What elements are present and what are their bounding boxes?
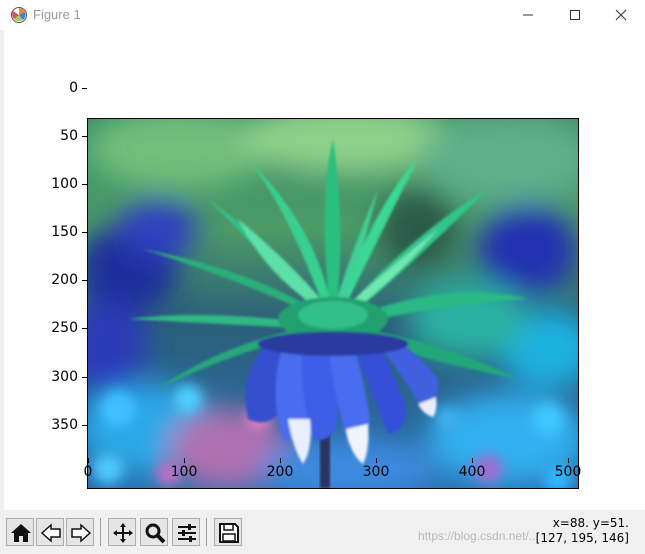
x-tick-label: 100 bbox=[170, 464, 198, 480]
back-icon bbox=[40, 523, 61, 543]
zoom-icon bbox=[145, 523, 166, 544]
save-icon bbox=[219, 523, 239, 543]
y-tick bbox=[82, 88, 87, 89]
y-tick bbox=[82, 184, 87, 185]
y-tick-label: 200 bbox=[51, 272, 78, 288]
configure-subplots-icon bbox=[178, 524, 196, 542]
y-tick bbox=[82, 377, 87, 378]
x-tick bbox=[88, 458, 89, 463]
x-tick bbox=[184, 458, 185, 463]
x-tick-label: 400 bbox=[458, 464, 486, 480]
x-tick bbox=[568, 458, 569, 463]
close-icon bbox=[615, 9, 627, 21]
x-tick bbox=[376, 458, 377, 463]
home-button[interactable] bbox=[6, 518, 34, 546]
toolbar-separator bbox=[206, 518, 207, 546]
x-tick-label: 300 bbox=[362, 464, 390, 480]
x-tick-label: 0 bbox=[83, 464, 93, 480]
back-button[interactable] bbox=[36, 518, 64, 546]
forward-icon bbox=[71, 523, 92, 543]
y-tick-label: 250 bbox=[51, 320, 78, 336]
flower-image bbox=[88, 119, 578, 488]
y-tick bbox=[82, 328, 87, 329]
y-tick-label: 100 bbox=[51, 176, 78, 192]
window-title: Figure 1 bbox=[33, 7, 81, 22]
x-tick-label: 500 bbox=[554, 464, 582, 480]
pan-icon bbox=[113, 523, 133, 543]
y-tick-label: 0 bbox=[69, 80, 78, 96]
toolbar-separator bbox=[100, 518, 101, 546]
home-icon bbox=[11, 524, 31, 542]
x-tick bbox=[472, 458, 473, 463]
y-tick-label: 300 bbox=[51, 369, 78, 385]
y-tick-label: 150 bbox=[51, 224, 78, 240]
configure-subplots-button[interactable] bbox=[172, 518, 200, 546]
zoom-button[interactable] bbox=[140, 518, 168, 546]
matplotlib-icon bbox=[10, 6, 28, 24]
y-tick bbox=[82, 280, 87, 281]
y-tick bbox=[82, 136, 87, 137]
maximize-icon bbox=[570, 10, 580, 20]
cursor-coordinates: x=88. y=51. bbox=[552, 516, 629, 530]
x-tick-label: 200 bbox=[266, 464, 294, 480]
image-axes[interactable] bbox=[87, 118, 579, 489]
figure-canvas[interactable]: 0 50 100 150 200 250 300 350 0 100 200 3… bbox=[0, 30, 645, 510]
status-readout: x=88. y=51. [127, 195, 146] bbox=[536, 516, 629, 546]
y-tick bbox=[82, 232, 87, 233]
forward-button[interactable] bbox=[66, 518, 94, 546]
maximize-button[interactable] bbox=[552, 0, 598, 30]
close-button[interactable] bbox=[598, 0, 644, 30]
y-tick-label: 350 bbox=[51, 417, 78, 433]
navigation-toolbar: https://blog.csdn.net/... x=88. y=51. [1… bbox=[0, 510, 645, 554]
save-button[interactable] bbox=[214, 518, 242, 546]
minimize-button[interactable] bbox=[505, 0, 551, 30]
x-tick bbox=[280, 458, 281, 463]
pixel-value: [127, 195, 146] bbox=[535, 531, 629, 545]
pan-button[interactable] bbox=[108, 518, 136, 546]
minimize-icon bbox=[523, 14, 533, 16]
y-tick-label: 50 bbox=[60, 128, 78, 144]
watermark-text: https://blog.csdn.net/... bbox=[418, 529, 539, 543]
y-tick bbox=[82, 425, 87, 426]
window-titlebar: Figure 1 bbox=[0, 0, 645, 30]
